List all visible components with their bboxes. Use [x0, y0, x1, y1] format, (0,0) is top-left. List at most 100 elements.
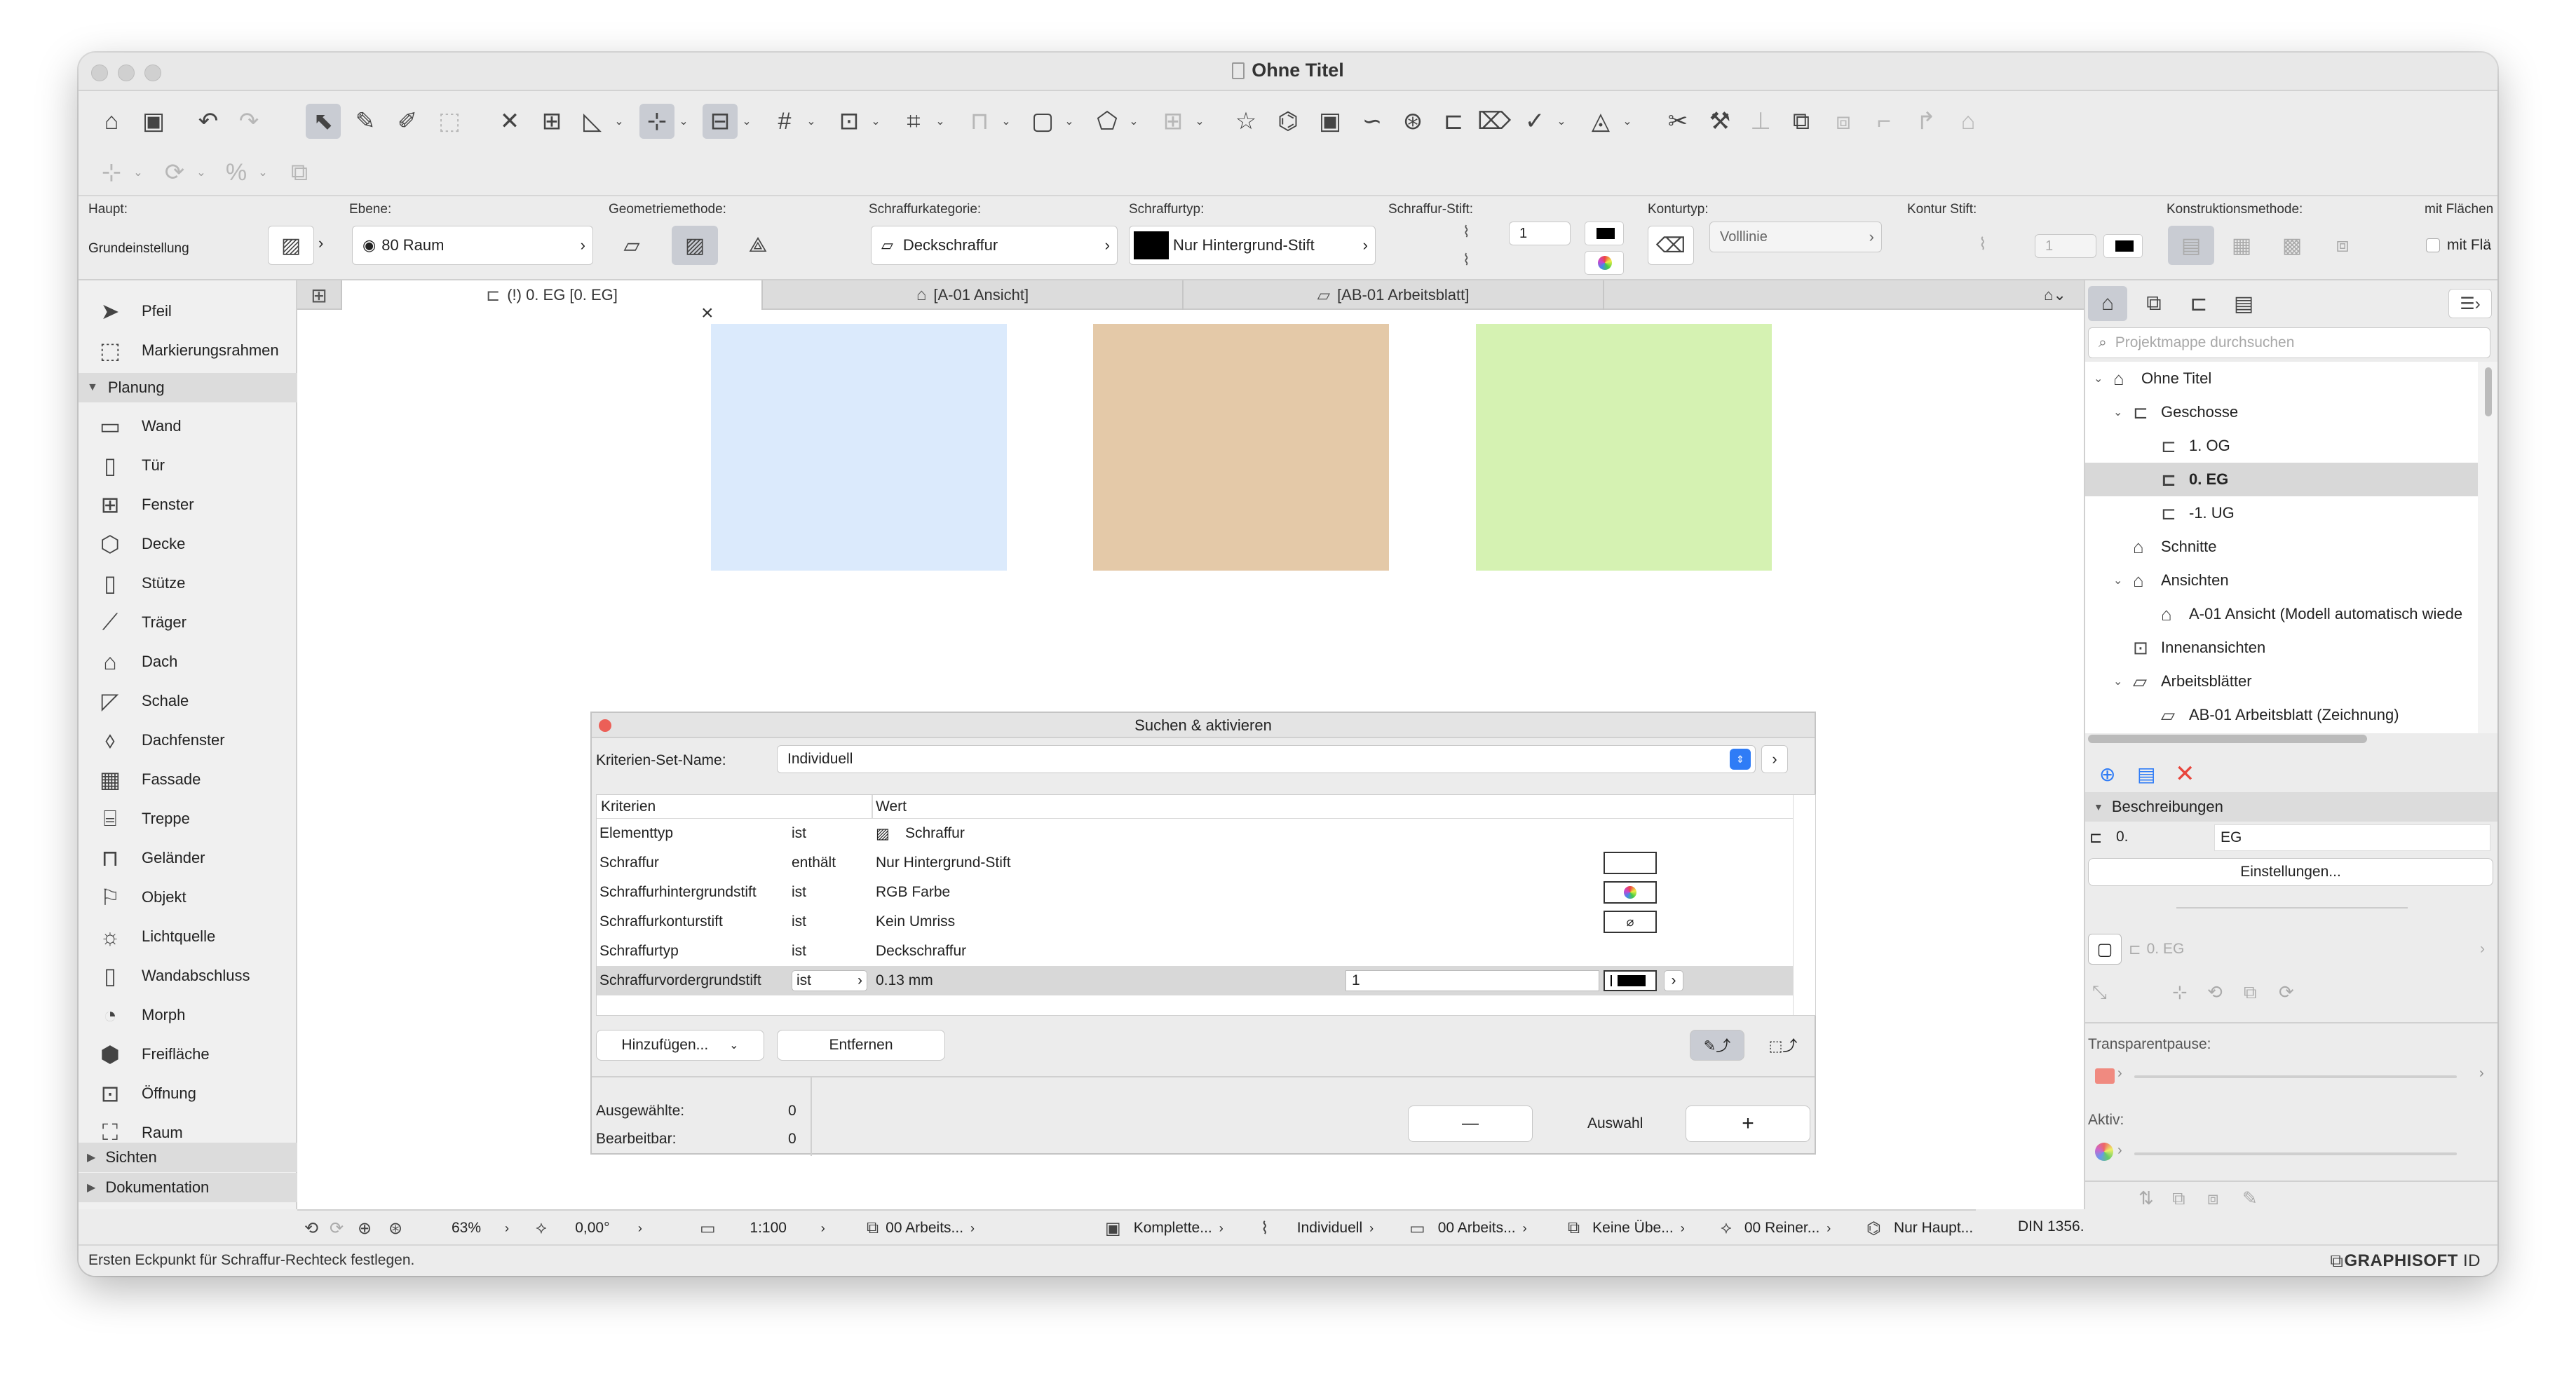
delete-icon[interactable]: ✕ [2175, 760, 2195, 788]
tab-worksheet[interactable]: ▱ [AB-01 Arbeitsblatt] [1184, 280, 1604, 310]
remove-criteria-button[interactable]: Entfernen [777, 1030, 945, 1061]
contour-pen-field[interactable]: 1 [2035, 234, 2096, 258]
active-slider[interactable] [2134, 1152, 2457, 1155]
publish-icon[interactable]: ⊛ [1395, 104, 1430, 139]
move-trace-icon[interactable]: ⧉ [2244, 981, 2257, 1004]
dimension-icon[interactable]: ⊞ [534, 104, 569, 139]
properties-icon[interactable]: ▤ [2137, 763, 2155, 786]
operator-select[interactable]: ist › [792, 970, 867, 991]
schedule-icon[interactable]: ⊏ [1436, 104, 1471, 139]
criteria-row[interactable]: Schraffurhintergrundstift ist RGB Farbe [597, 878, 1793, 907]
tree-node[interactable]: ⊏ 1. OG [2085, 429, 2478, 463]
transform-icon[interactable]: ⌗ [896, 104, 931, 139]
tab-options-icon[interactable]: ⌂⌄ [2026, 280, 2084, 310]
eyedropper-icon[interactable]: ✎ [348, 104, 383, 139]
trace-color-swatch[interactable] [2095, 1068, 2115, 1084]
ruler-icon[interactable]: ◺ [575, 104, 610, 139]
tree-node[interactable]: ⌄ ⊏ Geschosse [2085, 395, 2478, 429]
trace-reference-icon[interactable]: ⧈ [2207, 1188, 2219, 1210]
add-criteria-button[interactable]: Hinzufügen... ⌄ [596, 1030, 764, 1061]
hatch-type-field[interactable]: Nur Hintergrund-Stift › [1129, 226, 1376, 265]
home-icon[interactable]: ⌂ [94, 104, 129, 139]
transparency-slider[interactable] [2134, 1075, 2457, 1078]
check-icon[interactable]: ✓ [1517, 104, 1552, 139]
override-selector[interactable]: ⧉ Keine Übe... › [1568, 1211, 1685, 1246]
chevron-down-icon[interactable]: ⌄ [257, 155, 269, 190]
tool-morph[interactable]: ◔ Morph [79, 995, 297, 1035]
tool-roof[interactable]: ⌂ Dach [79, 642, 297, 681]
chevron-down-icon[interactable]: ⌄ [805, 104, 818, 139]
copy-icon[interactable]: ⧉ [282, 155, 317, 190]
chevron-down-icon[interactable]: ⌄ [740, 104, 753, 139]
tool-curtain-wall[interactable]: ▦ Fassade [79, 760, 297, 799]
area-checkbox[interactable] [2426, 238, 2440, 252]
criteria-row[interactable]: Schraffurtyp ist Deckschraffur [597, 937, 1793, 966]
view-selector[interactable]: ⊏ 0. EG › [2129, 934, 2490, 965]
tool-slab[interactable]: ⬡ Decke [79, 524, 297, 564]
construction-skewed-icon[interactable]: ▩ [2269, 226, 2315, 265]
chevron-down-icon[interactable]: ⌄ [1000, 104, 1012, 139]
layer-field[interactable]: ◉ 80 Raum › [352, 226, 593, 265]
criteria-row[interactable]: Schraffurkonturstift ist Kein Umriss ⌀ [597, 907, 1793, 937]
scissors-icon[interactable]: ✂ [1660, 104, 1695, 139]
chevron-down-icon[interactable]: ⌄ [613, 104, 625, 139]
snap-guides-icon[interactable]: ⊹ [639, 104, 674, 139]
hatch-rectangle-green[interactable] [1476, 324, 1772, 571]
trace-compare-icon[interactable]: ⧉ [2172, 1188, 2185, 1210]
zoom-level[interactable]: 63% › [435, 1211, 509, 1246]
tree-node[interactable]: ⊡ Innenansichten [2085, 631, 2478, 665]
chevron-right-icon[interactable]: › [1761, 745, 1788, 773]
link-icon[interactable]: ∽ [1355, 104, 1390, 139]
chevron-down-icon[interactable]: ⌄ [677, 104, 690, 139]
chevron-right-icon[interactable]: › [1664, 970, 1683, 991]
hatch-pen-field[interactable]: 1 [1509, 222, 1571, 245]
tag-icon[interactable]: ⌦ [1477, 104, 1512, 139]
construction-3d-icon[interactable]: ⧈ [2319, 226, 2366, 265]
hatch-rectangle-blue[interactable] [711, 324, 1007, 571]
layer-combination-selector[interactable]: ⧉ 00 Arbeits... › [867, 1211, 975, 1246]
tool-mesh[interactable]: ⬢ Freifläche [79, 1035, 297, 1074]
chevron-down-icon[interactable]: ⌄ [1063, 104, 1076, 139]
magic-wand-icon[interactable]: ⬚ [432, 104, 467, 139]
group-views[interactable]: ▶ Sichten [79, 1143, 297, 1172]
chevron-right-icon[interactable]: › [2117, 1143, 2122, 1159]
chevron-down-icon[interactable]: ⌄ [1621, 104, 1634, 139]
criteria-row[interactable]: Elementtyp ist ▨ Schraffur [597, 819, 1793, 848]
contour-type-field[interactable]: Volllinie › [1709, 222, 1882, 252]
tree-node[interactable]: ⌄ ⌂ Ansichten [2085, 564, 2478, 597]
tool-opening[interactable]: ⊡ Öffnung [79, 1074, 297, 1113]
tool-skylight[interactable]: ⬨ Dachfenster [79, 721, 297, 760]
story-name-field[interactable]: EG [2214, 824, 2490, 851]
graphic-override-selector[interactable]: ▭ 00 Arbeits... › [1409, 1211, 1527, 1246]
select-button[interactable]: + [1686, 1106, 1810, 1142]
chevron-down-icon[interactable]: ⌄ [934, 104, 947, 139]
eyedropper-icon[interactable]: ✎⤴ [1690, 1030, 1744, 1061]
tool-object[interactable]: ⚐ Objekt [79, 878, 297, 917]
3d-icon[interactable]: ⬠ [1090, 104, 1125, 139]
tree-node[interactable]: ⌂ Schnitte [2085, 530, 2478, 564]
rotate-icon[interactable]: ⟳ [157, 155, 192, 190]
snap-grid-icon[interactable]: ⊡ [832, 104, 867, 139]
tab-elevation[interactable]: ⌂ [A-01 Ansicht] [763, 280, 1184, 310]
tab-floor-plan[interactable]: ⊏ (!) 0. EG [0. EG] [342, 280, 763, 310]
criteria-set-select[interactable]: Individuell ⇕ [777, 745, 1756, 773]
descriptions-header[interactable]: ▼ Beschreibungen [2085, 792, 2497, 822]
curve-icon[interactable]: ↱ [1909, 104, 1944, 139]
star-icon[interactable]: ☆ [1228, 104, 1263, 139]
chevron-down-icon[interactable]: ⌄ [2113, 573, 2122, 587]
navigator-search-input[interactable]: ⌕ Projektmappe durchsuchen [2088, 327, 2490, 358]
hatch-category-field[interactable]: ▱ Deckschraffur › [871, 226, 1118, 265]
reset-trace-icon[interactable]: ⟳ [2279, 981, 2294, 1003]
tree-node[interactable]: ⊏ -1. UG [2085, 496, 2478, 530]
geometry-rotated-icon[interactable]: ⟁ [735, 226, 781, 265]
lock-icon[interactable]: ⊓ [962, 104, 997, 139]
active-color-swatch[interactable] [2095, 1143, 2113, 1161]
intersect-icon[interactable]: ✕ [492, 104, 527, 139]
grid-icon[interactable]: # [767, 104, 802, 139]
add-trace-icon[interactable]: ⊹ [2172, 981, 2188, 1003]
view-map-icon[interactable]: ⧉ [2134, 286, 2174, 321]
settings-button[interactable]: Einstellungen... [2088, 858, 2493, 886]
tool-wall-end[interactable]: ▯ Wandabschluss [79, 956, 297, 995]
contour-icon[interactable]: ⌫ [1648, 226, 1694, 265]
tree-node[interactable]: ▱ AB-01 Arbeitsblatt (Zeichnung) [2085, 698, 2478, 732]
